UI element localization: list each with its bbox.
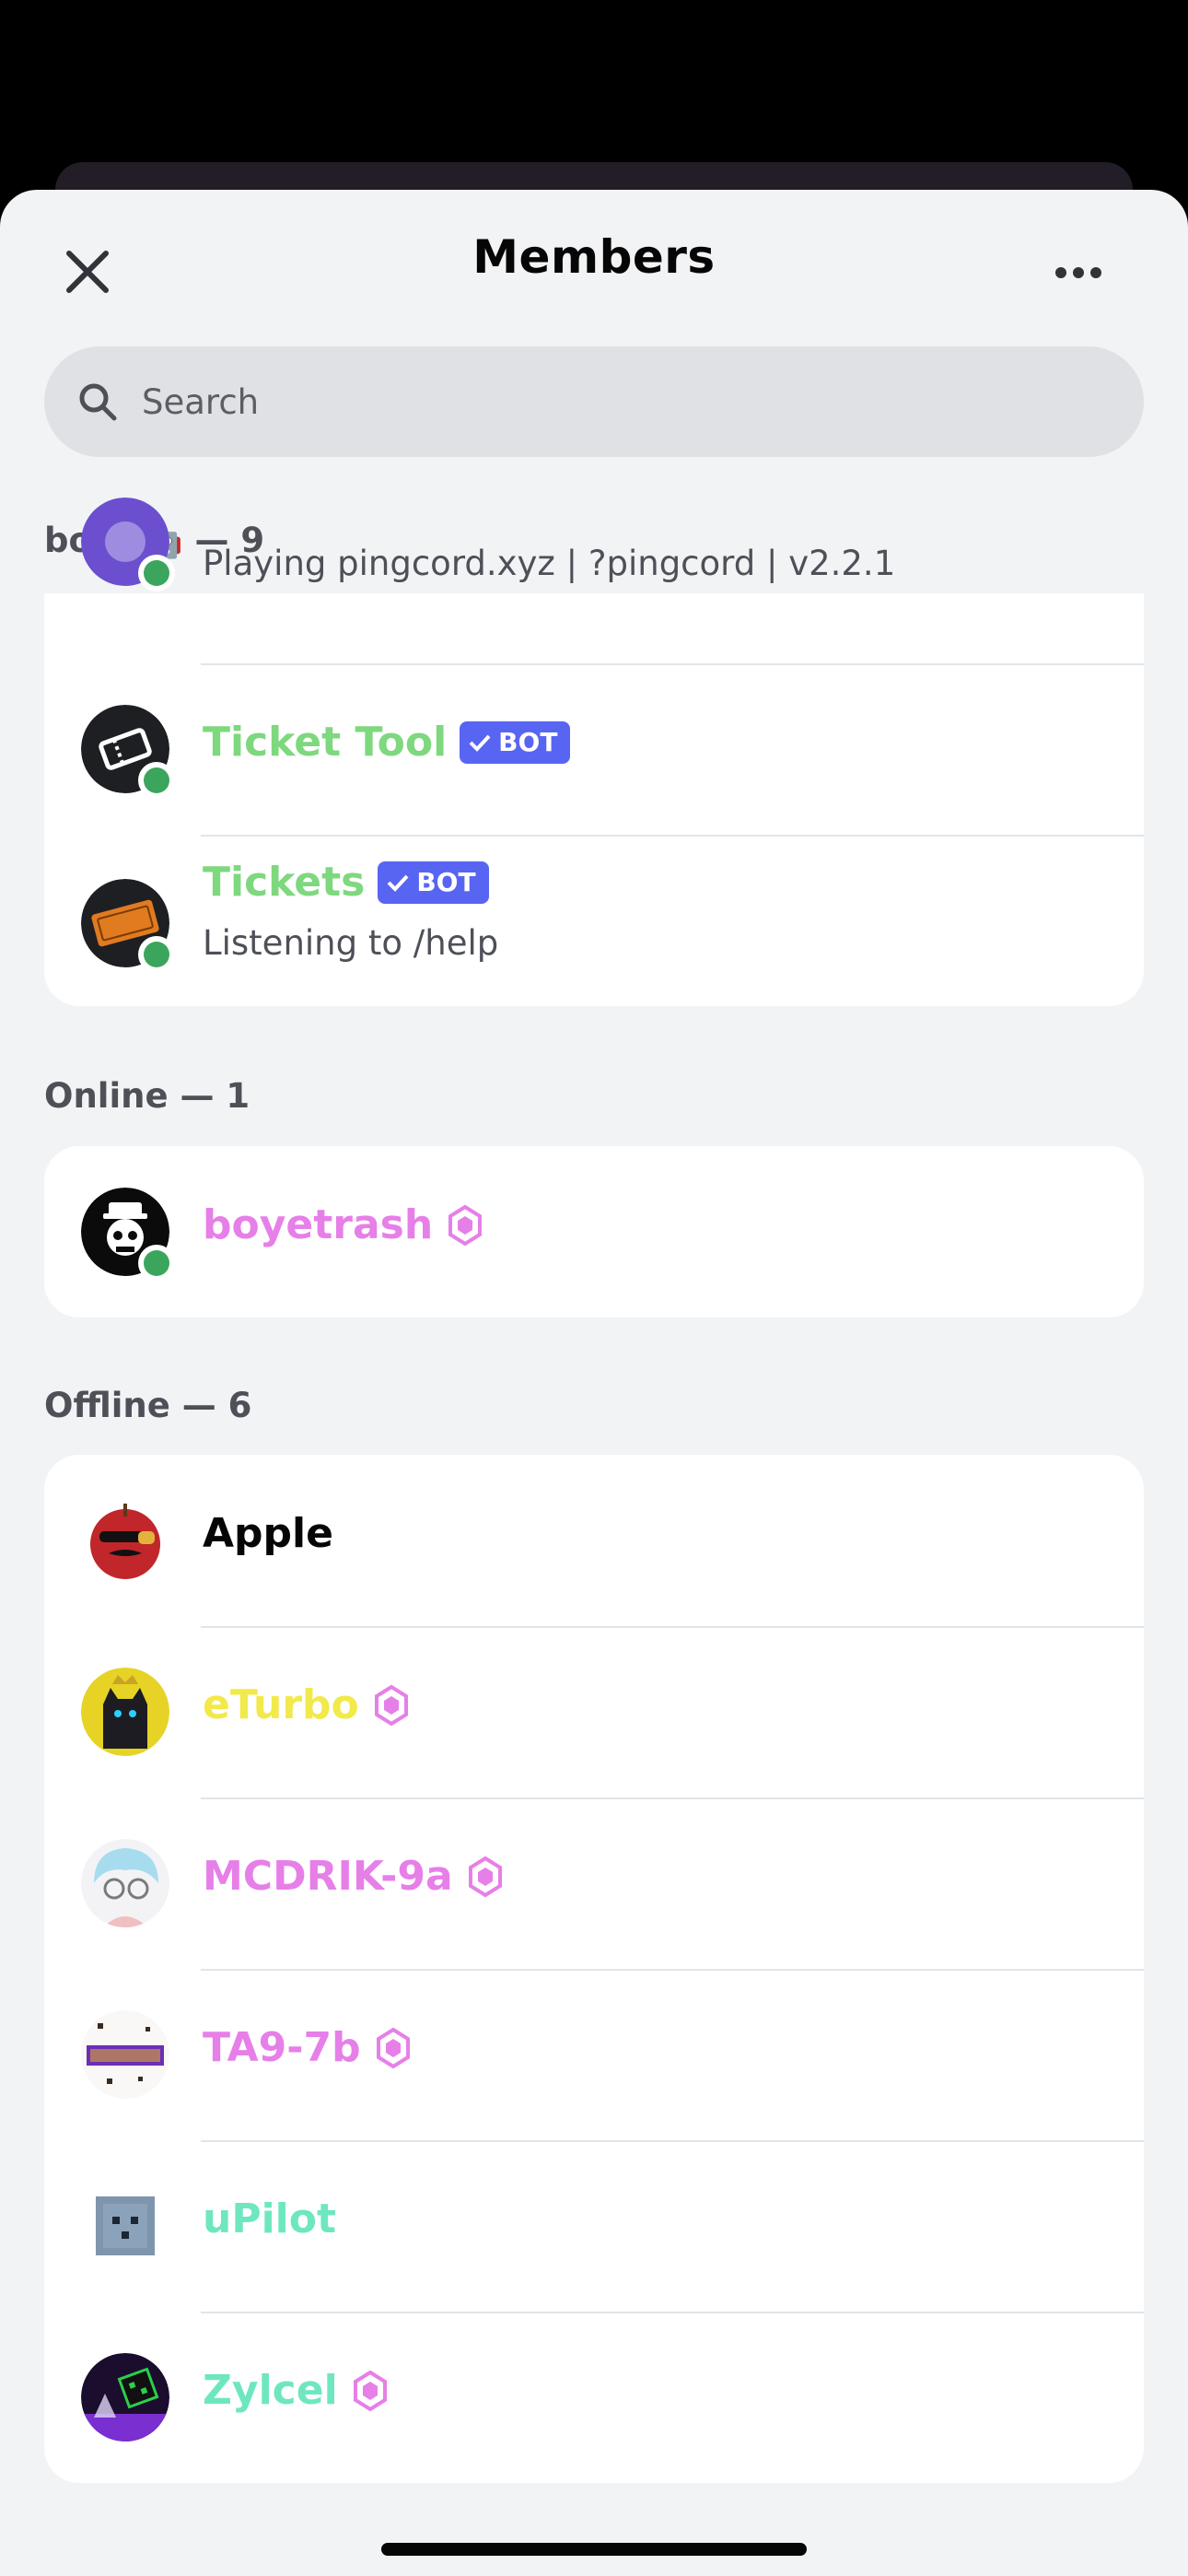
online-status-icon [138, 555, 175, 591]
section-header-online: Online — 1 [44, 1076, 250, 1116]
avatar [81, 2182, 169, 2270]
section-header-offline: Offline — 6 [44, 1386, 252, 1425]
list-item[interactable]: eTurbo [44, 1626, 1144, 1797]
list-item[interactable]: Ticket Tool BOT [44, 663, 1144, 835]
search-input[interactable] [142, 381, 1063, 422]
avatar [81, 1839, 169, 1927]
boost-icon [353, 2370, 388, 2412]
avatar [81, 1496, 169, 1585]
boost-icon [376, 2027, 411, 2069]
avatar [81, 1188, 175, 1282]
member-name: Zylcel [203, 2367, 338, 2414]
offline-list: Apple eTurbo MCDRIK-9a TA9-7b uPilot Zyl… [44, 1455, 1144, 2483]
boost-icon [468, 1856, 503, 1898]
bot-badge: BOT [378, 861, 489, 904]
avatar [81, 498, 175, 591]
member-name: Ticket Tool [203, 719, 448, 766]
members-sheet: Members bots 🤖 — 9 Playing pingcord.xyz … [0, 190, 1188, 2576]
online-status-icon [138, 1245, 175, 1282]
member-name: Apple [203, 1510, 333, 1557]
checkmark-icon [387, 874, 409, 892]
list-item[interactable]: Apple [44, 1455, 1144, 1626]
member-name: eTurbo [203, 1681, 359, 1728]
list-item[interactable]: Zylcel [44, 2312, 1144, 2483]
member-name: uPilot [203, 2195, 336, 2242]
online-status-icon [138, 762, 175, 799]
search-icon [79, 383, 117, 421]
bots-list: Playing pingcord.xyz | ?pingcord | v2.2.… [44, 498, 1144, 1006]
avatar [81, 705, 175, 799]
page-title: Members [472, 230, 716, 284]
member-activity: Playing pingcord.xyz | ?pingcord | v2.2.… [203, 544, 896, 583]
more-icon [1055, 267, 1101, 278]
avatar [81, 1668, 169, 1756]
list-item[interactable]: boyetrash [44, 1146, 1144, 1317]
list-item[interactable]: Tickets BOT Listening to /help [44, 835, 1144, 1006]
list-item[interactable]: Playing pingcord.xyz | ?pingcord | v2.2.… [44, 479, 1144, 650]
member-name: Tickets [203, 859, 366, 906]
boost-icon [374, 1684, 409, 1727]
more-options-button[interactable] [1046, 245, 1111, 300]
member-name: MCDRIK-9a [203, 1853, 453, 1900]
member-name: TA9-7b [203, 2024, 361, 2071]
member-name: boyetrash [203, 1201, 434, 1248]
search-bar[interactable] [44, 346, 1144, 457]
checkmark-icon [469, 734, 491, 752]
list-item[interactable]: TA9-7b [44, 1969, 1144, 2140]
list-item[interactable]: uPilot [44, 2140, 1144, 2312]
avatar [81, 2353, 169, 2441]
home-indicator[interactable] [381, 2543, 807, 2556]
member-activity: Listening to /help [203, 923, 499, 963]
online-status-icon [138, 936, 175, 973]
avatar [81, 2010, 169, 2099]
bot-badge: BOT [460, 720, 571, 764]
online-list: boyetrash [44, 1146, 1144, 1317]
boost-icon [448, 1204, 483, 1247]
avatar [81, 879, 175, 973]
list-item[interactable]: MCDRIK-9a [44, 1797, 1144, 1969]
